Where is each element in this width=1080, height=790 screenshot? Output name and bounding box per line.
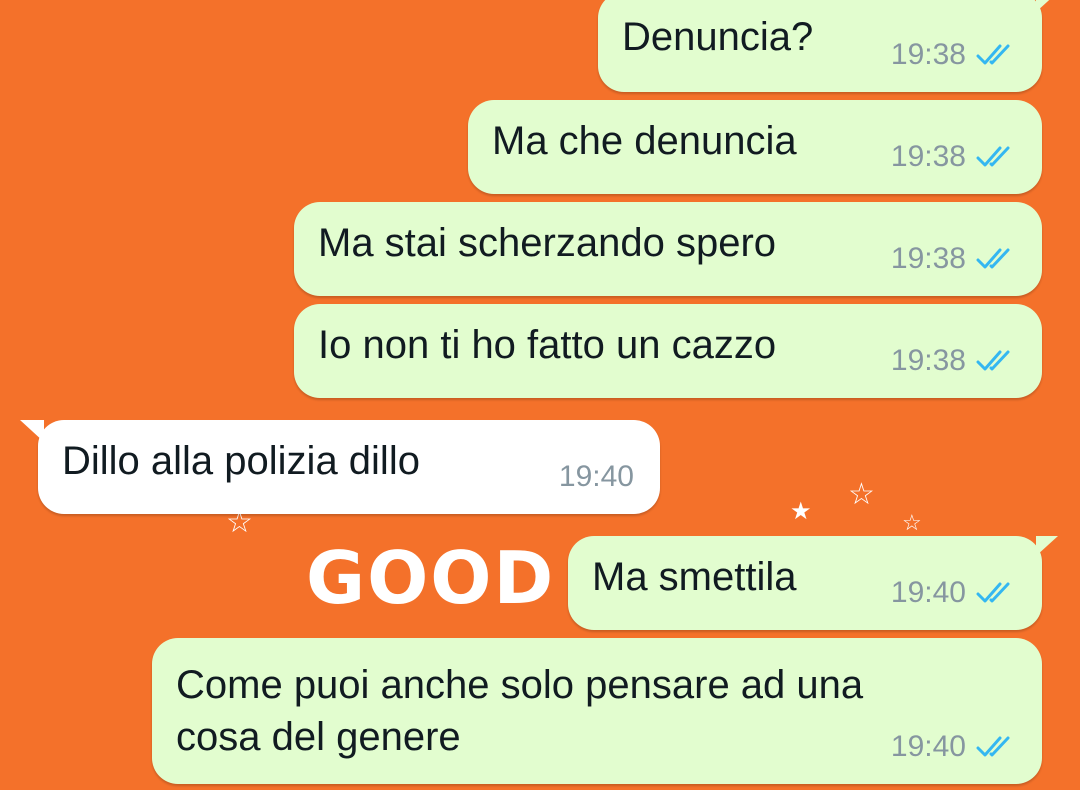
message-time: 19:38 [890,38,966,71]
message-time: 19:40 [890,576,966,609]
double-check-icon [976,146,1010,167]
message-meta: 19:40 [891,732,1018,762]
bubble-tail [1036,0,1058,12]
message-meta: 19:40 [891,578,1018,608]
star-icon: ★ [790,498,812,525]
double-check-icon [976,350,1010,371]
message-meta: 19:38 [891,40,1018,70]
double-check-icon [976,44,1010,65]
message-meta: 19:40 [559,462,634,492]
star-outline-icon: ☆ [902,510,922,535]
message-outgoing[interactable]: Ma che denuncia 19:38 [468,100,1042,194]
message-outgoing[interactable]: Denuncia? 19:38 [598,0,1058,92]
message-text: Ma stai scherzando spero [318,221,777,265]
message-meta: 19:38 [891,346,1018,376]
message-time: 19:40 [890,730,966,763]
bubble-tail [20,420,44,442]
star-outline-icon: ☆ [848,478,875,511]
message-text: Ma che denuncia [492,119,797,163]
message-text-line-1: Come puoi anche solo pensare ad una [176,663,864,707]
message-text: Ma smettila [592,555,797,599]
message-time: 19:40 [558,460,634,493]
message-outgoing[interactable]: Ma smettila 19:40 [568,536,1058,630]
message-outgoing[interactable]: Ma stai scherzando spero 19:38 [294,202,1042,296]
message-text-line-2: cosa del genere [176,715,461,759]
bubble-tail [1036,536,1058,556]
message-outgoing[interactable]: Come puoi anche solo pensare ad una cosa… [152,638,1042,784]
message-text: Io non ti ho fatto un cazzo [318,323,777,367]
message-meta: 19:38 [891,244,1018,274]
message-time: 19:38 [890,140,966,173]
message-meta: 19:38 [891,142,1018,172]
message-outgoing[interactable]: Io non ti ho fatto un cazzo 19:38 [294,304,1042,398]
message-incoming[interactable]: Dillo alla polizia dillo 19:40 [20,420,660,514]
double-check-icon [976,736,1010,757]
message-text: Denuncia? [622,15,814,59]
message-time: 19:38 [890,242,966,275]
message-time: 19:38 [890,344,966,377]
double-check-icon [976,248,1010,269]
wallpaper-good-text: GOOD [306,536,556,620]
double-check-icon [976,582,1010,603]
message-text: Dillo alla polizia dillo [62,439,420,483]
